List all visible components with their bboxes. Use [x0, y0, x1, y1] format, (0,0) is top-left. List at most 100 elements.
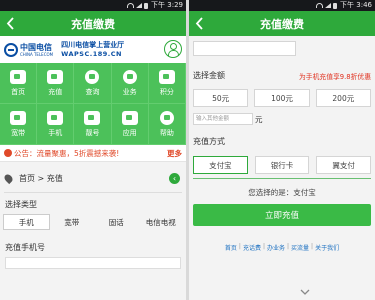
status-time: 下午 3:29	[151, 1, 183, 9]
wifi-icon	[316, 3, 324, 8]
nav-grid: 首页 充值 查询 业务 积分 宽带 手机 靓号 应用 帮助	[0, 63, 186, 145]
page-header: 充值缴费	[0, 11, 186, 36]
brand-bar: 中国电信 CHINA TELECOM 四川电信掌上营业厅 WAPSC.189.C…	[0, 36, 186, 63]
amount-option-200[interactable]: 200元	[315, 89, 371, 107]
type-label: 选择类型	[5, 200, 37, 209]
breadcrumb-text: 首页 > 充值	[19, 174, 63, 183]
other-amount-input[interactable]: 输入其他金额	[193, 113, 253, 125]
grid-item-label: 首页	[11, 87, 26, 96]
amount-option-50[interactable]: 50元	[193, 89, 249, 107]
promo-text: 为手机充值享9.8折优惠	[299, 72, 371, 81]
grid-item-label: 充值	[48, 87, 63, 96]
method-label: 充值方式	[193, 137, 225, 146]
footer-separator: |	[287, 243, 290, 250]
grid-item-phone[interactable]: 手机	[37, 104, 75, 145]
status-bar: 下午 3:46	[189, 0, 375, 11]
grid-item-label: 应用	[122, 128, 137, 137]
footer-links: 首页 | 充话费 | 办业务 | 买流量 | 关于我们	[189, 243, 375, 252]
chevron-left-icon[interactable]: ‹	[169, 173, 180, 184]
query-icon	[85, 69, 100, 84]
screenshot-frame: 下午 3:29 充值缴费 中国电信 CHINA TELECOM 四川电信掌上营业…	[0, 0, 375, 300]
user-avatar-icon[interactable]	[164, 40, 182, 58]
page-title: 充值缴费	[260, 17, 304, 31]
notice-more-link[interactable]: 更多	[167, 148, 182, 159]
brand-name-cn: 中国电信	[20, 42, 52, 52]
broadband-icon	[10, 110, 27, 125]
other-amount-unit: 元	[255, 114, 263, 124]
grid-item-service[interactable]: 业务	[111, 63, 149, 104]
tab-iptv[interactable]: 电信电视	[139, 214, 184, 230]
hall-url: WAPSC.189.CN	[61, 50, 122, 58]
phone-number-input[interactable]	[193, 41, 296, 56]
method-yipay[interactable]: 翼支付	[316, 156, 372, 174]
breadcrumb: 首页 > 充值 ‹	[0, 165, 186, 192]
footer-link-data[interactable]: 买流量	[291, 243, 309, 252]
grid-item-label: 靓号	[85, 128, 100, 137]
other-amount-row: 输入其他金额 元	[189, 113, 375, 125]
grid-item-recharge[interactable]: 充值	[37, 63, 75, 104]
grid-item-label: 查询	[85, 87, 100, 96]
status-time: 下午 3:46	[340, 1, 372, 9]
amount-label: 选择金额	[193, 71, 225, 80]
grid-item-query[interactable]: 查询	[74, 63, 112, 104]
footer-separator: |	[262, 243, 265, 250]
notice-bar[interactable]: 公告：流量聚惠，5折震撼来袭! 更多	[0, 145, 186, 162]
grid-item-home[interactable]: 首页	[0, 63, 38, 104]
grid-item-points[interactable]: 积分	[148, 63, 186, 104]
home-icon	[10, 69, 27, 84]
battery-icon	[333, 2, 338, 9]
grid-item-label: 业务	[122, 87, 137, 96]
back-arrow-icon[interactable]	[6, 17, 15, 30]
left-screen: 下午 3:29 充值缴费 中国电信 CHINA TELECOM 四川电信掌上营业…	[0, 0, 186, 300]
points-icon	[158, 69, 175, 84]
method-alipay[interactable]: 支付宝	[193, 156, 248, 174]
tab-broadband[interactable]: 宽带	[50, 214, 95, 230]
back-arrow-icon[interactable]	[195, 17, 204, 30]
chevron-down-icon[interactable]	[300, 287, 310, 297]
hall-text: 四川电信掌上营业厅 WAPSC.189.CN	[61, 41, 124, 58]
footer-link-about[interactable]: 关于我们	[315, 243, 339, 252]
footer-separator: |	[311, 243, 314, 250]
type-tabs: 手机 宽带 固话 电信电视	[3, 214, 183, 230]
footer-separator: |	[238, 243, 241, 250]
service-icon	[122, 69, 137, 84]
amount-option-100[interactable]: 100元	[254, 89, 310, 107]
page-header: 充值缴费	[189, 11, 375, 36]
help-icon	[159, 110, 174, 125]
grid-item-apps[interactable]: 应用	[111, 104, 149, 145]
footer-link-business[interactable]: 办业务	[267, 243, 285, 252]
battery-icon	[144, 2, 149, 9]
wifi-icon	[127, 3, 135, 8]
grid-item-help[interactable]: 帮助	[148, 104, 186, 145]
method-bank-card[interactable]: 银行卡	[254, 156, 310, 174]
phone-number-input[interactable]	[5, 257, 181, 269]
notice-text: 公告：流量聚惠，5折震撼来袭!	[14, 148, 120, 158]
page-title: 充值缴费	[71, 17, 115, 31]
brand-text: 中国电信 CHINA TELECOM	[20, 43, 53, 57]
payment-methods: 支付宝 银行卡 翼支付	[189, 156, 375, 174]
signal-icon	[325, 3, 332, 8]
apps-icon	[121, 110, 138, 125]
number-icon	[84, 110, 101, 125]
location-pin-icon	[2, 172, 15, 185]
chosen-method-text: 您选择的是：支付宝	[248, 188, 316, 197]
hall-name: 四川电信掌上营业厅	[61, 41, 125, 49]
grid-item-broadband[interactable]: 宽带	[0, 104, 38, 145]
china-telecom-logo-icon	[4, 42, 18, 57]
amount-options: 50元 100元 200元	[189, 89, 375, 107]
brand-name-en: CHINA TELECOM	[20, 51, 54, 57]
grid-item-number[interactable]: 靓号	[74, 104, 112, 145]
status-icons	[127, 2, 149, 9]
tab-landline[interactable]: 固话	[94, 214, 139, 230]
grid-item-label: 手机	[48, 128, 63, 137]
phone-label: 充值手机号	[5, 243, 45, 252]
tab-mobile[interactable]: 手机	[3, 214, 50, 230]
recharge-icon	[47, 69, 64, 84]
recharge-now-button[interactable]: 立即充值	[193, 204, 371, 226]
grid-item-label: 宽带	[11, 128, 26, 137]
signal-icon	[136, 3, 143, 8]
footer-link-topup[interactable]: 充话费	[243, 243, 261, 252]
footer-link-home[interactable]: 首页	[225, 243, 237, 252]
status-icons	[316, 2, 338, 9]
divider	[193, 178, 371, 179]
